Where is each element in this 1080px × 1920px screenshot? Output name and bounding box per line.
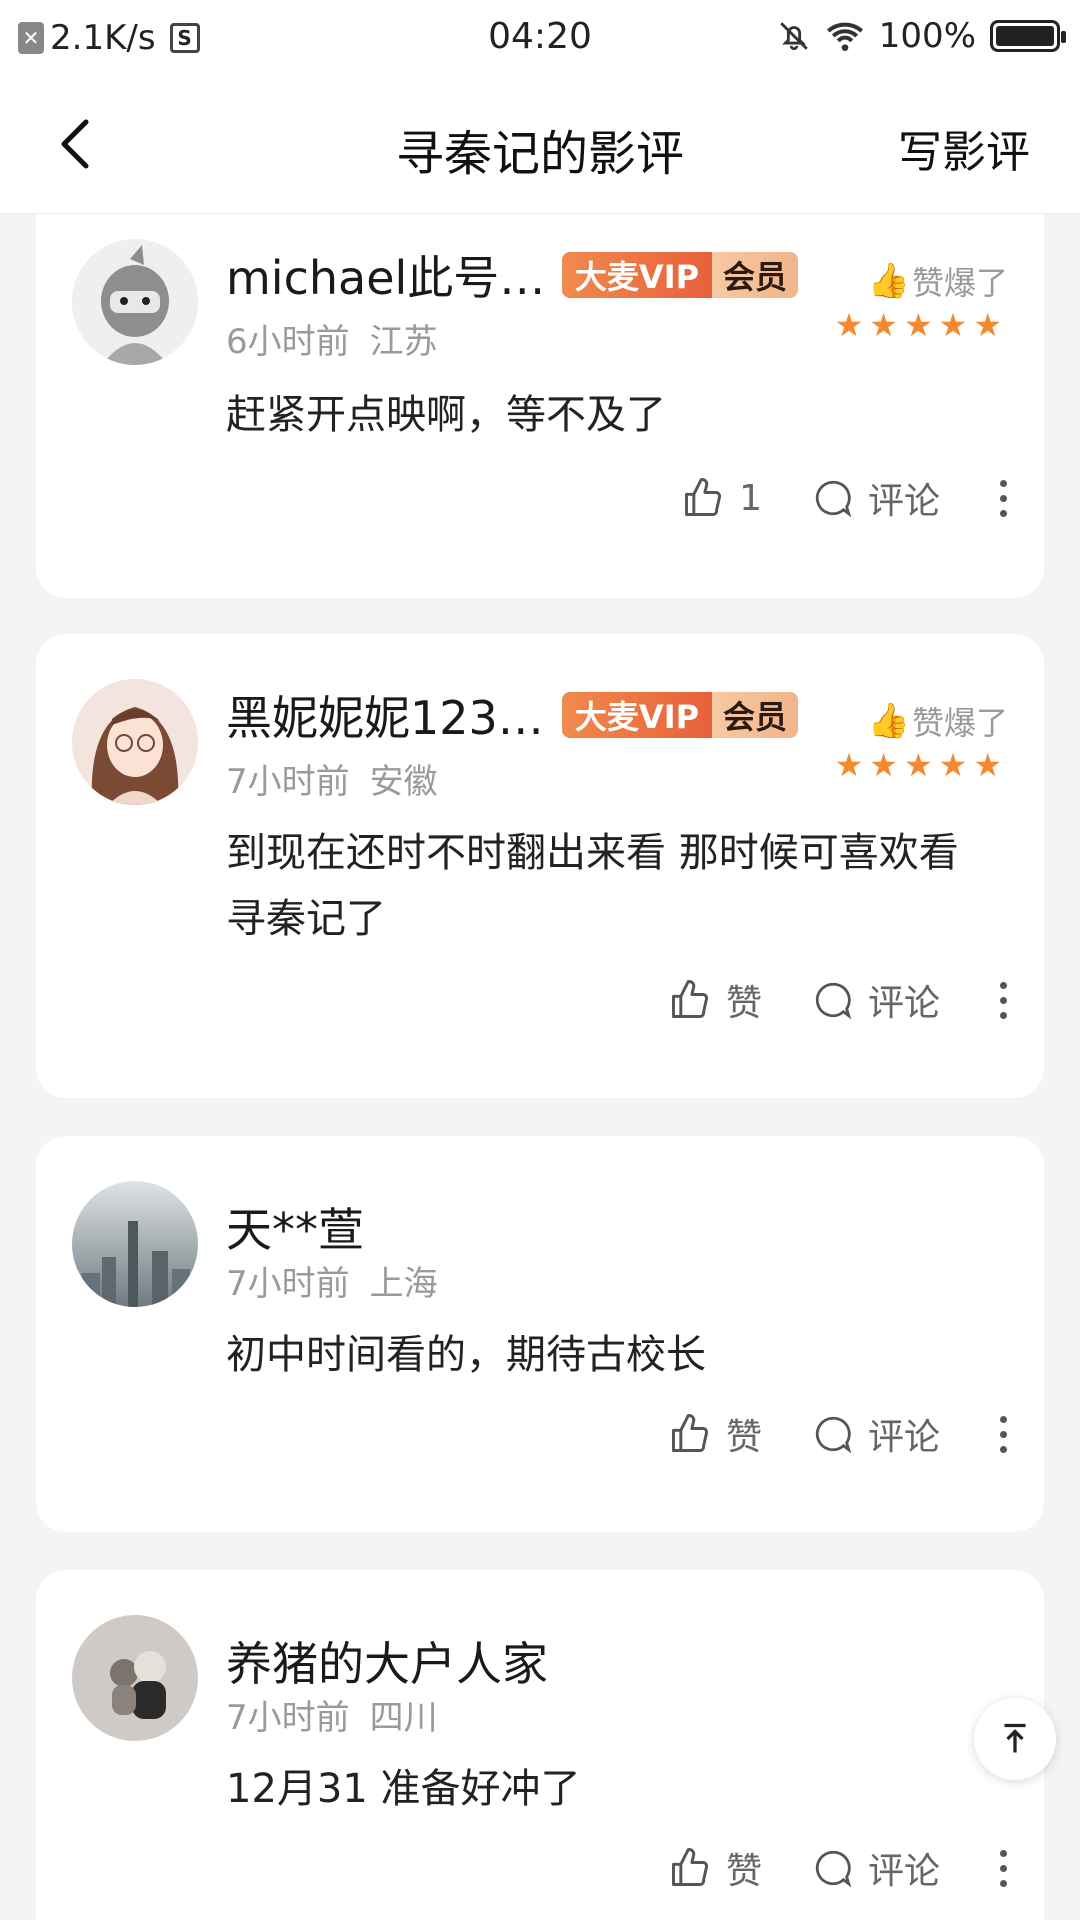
like-label: 赞: [725, 983, 762, 1024]
wifi-icon: [826, 22, 863, 51]
review-text: 初中时间看的，期待古校长: [226, 1332, 706, 1378]
username[interactable]: 黑妮妮妮123…: [226, 682, 544, 748]
post-time: 7小时前: [226, 1264, 350, 1304]
comment-label: 评论: [867, 983, 940, 1024]
review-meta: 7小时前 四川: [226, 1690, 438, 1739]
avatar[interactable]: [72, 1615, 198, 1741]
battery-percent: 100%: [878, 16, 976, 56]
nav-bar: 寻秦记的影评 写影评: [0, 76, 1080, 214]
username[interactable]: 养猪的大户人家: [226, 1628, 548, 1694]
review-text: 12月31 准备好冲了: [226, 1766, 581, 1812]
comment-button[interactable]: 评论: [812, 974, 940, 1026]
arrow-up-to-top-icon: [1004, 1723, 1026, 1753]
comment-icon: [815, 1416, 852, 1454]
post-time: 7小时前: [226, 1698, 350, 1738]
more-options-icon[interactable]: [1000, 1849, 1008, 1887]
review-meta: 7小时前 安徽: [226, 754, 438, 803]
comment-button[interactable]: 评论: [812, 1842, 940, 1894]
review-card: 天**萱 7小时前 上海 初中时间看的，期待古校长 赞 评论: [36, 1136, 1044, 1532]
mute-bell-icon: [780, 22, 808, 51]
review-actions: 1 评论: [681, 472, 1008, 524]
avatar-illustration: [72, 239, 198, 365]
comment-icon: [815, 480, 852, 518]
vip-badge-label: 大麦VIP: [562, 692, 712, 738]
vip-badge: 大麦VIP 会员: [562, 692, 798, 738]
comment-button[interactable]: 评论: [812, 1408, 940, 1460]
vip-badge: 大麦VIP 会员: [562, 252, 798, 298]
member-badge-label: 会员: [712, 252, 798, 298]
like-button[interactable]: 赞: [668, 974, 762, 1026]
post-time: 7小时前: [226, 762, 350, 802]
review-actions: 赞 评论: [668, 974, 1008, 1026]
avatar[interactable]: [72, 239, 198, 365]
review-meta: 7小时前 上海: [226, 1256, 438, 1305]
thumbs-up-gold-icon: 👍: [867, 701, 910, 741]
comment-button[interactable]: 评论: [812, 472, 940, 524]
review-actions: 赞 评论: [668, 1842, 1008, 1894]
thumbs-up-gold-icon: 👍: [867, 261, 910, 301]
more-options-icon[interactable]: [1000, 1415, 1008, 1453]
rating-stars: ★★★★★: [834, 306, 1008, 344]
comment-icon: [815, 1850, 852, 1888]
review-card: 黑妮妮妮123… 大麦VIP 会员 👍 赞爆了 ★★★★★ 7小时前 安徽 到现在…: [36, 634, 1044, 1098]
post-location: 上海: [369, 1264, 438, 1304]
comment-label: 评论: [867, 481, 940, 522]
username[interactable]: 天**萱: [226, 1194, 364, 1260]
more-options-icon[interactable]: [1000, 981, 1008, 1019]
like-count: 1: [739, 477, 762, 519]
write-review-button[interactable]: 写影评: [898, 116, 1030, 180]
rating-stars: ★★★★★: [834, 746, 1008, 784]
thumbs-up-icon: [672, 1848, 708, 1886]
post-location: 安徽: [369, 762, 438, 802]
avatar[interactable]: [72, 679, 198, 805]
member-badge-label: 会员: [712, 692, 798, 738]
avatar-photo: [72, 1615, 198, 1741]
like-label: 赞: [725, 1851, 762, 1892]
like-label: 赞: [725, 1417, 762, 1458]
hot-tag: 👍 赞爆了: [868, 698, 1008, 744]
like-button[interactable]: 赞: [668, 1408, 762, 1460]
thumbs-up-icon: [672, 1414, 708, 1452]
vip-badge-label: 大麦VIP: [562, 252, 712, 298]
review-text: 赶紧开点映啊，等不及了: [226, 392, 666, 438]
hot-tag: 👍 赞爆了: [868, 258, 1008, 304]
thumbs-up-icon: [685, 478, 722, 516]
avatar-photo: [72, 1181, 198, 1307]
review-meta: 6小时前 江苏: [226, 314, 438, 363]
post-location: 江苏: [369, 322, 438, 362]
status-right: 100%: [777, 16, 1066, 56]
comment-label: 评论: [867, 1417, 940, 1458]
back-to-top-button[interactable]: [974, 1698, 1056, 1780]
review-list[interactable]: michael此号… 大麦VIP 会员 👍 赞爆了 ★★★★★ 6小时前 江苏 赶…: [0, 214, 1080, 1920]
post-location: 四川: [369, 1698, 438, 1738]
avatar[interactable]: [72, 1181, 198, 1307]
like-button[interactable]: 1: [681, 476, 762, 520]
comment-icon: [815, 982, 852, 1020]
more-options-icon[interactable]: [1000, 479, 1008, 517]
review-text: 到现在还时不时翻出来看 那时候可喜欢看寻秦记了: [226, 830, 959, 942]
post-time: 6小时前: [226, 322, 350, 362]
status-bar: ✕ 2.1K/s S 04:20 100%: [0, 0, 1080, 76]
username[interactable]: michael此号…: [226, 242, 545, 308]
review-actions: 赞 评论: [668, 1408, 1008, 1460]
battery-icon: [990, 20, 1066, 52]
avatar-illustration: [72, 679, 198, 805]
like-button[interactable]: 赞: [668, 1842, 762, 1894]
review-card: 养猪的大户人家 7小时前 四川 12月31 准备好冲了 赞 评论: [36, 1570, 1044, 1920]
thumbs-up-icon: [672, 980, 708, 1018]
hot-label: 赞爆了: [911, 264, 1008, 302]
hot-label: 赞爆了: [911, 704, 1008, 742]
review-card: michael此号… 大麦VIP 会员 👍 赞爆了 ★★★★★ 6小时前 江苏 赶…: [36, 214, 1044, 598]
comment-label: 评论: [867, 1851, 940, 1892]
